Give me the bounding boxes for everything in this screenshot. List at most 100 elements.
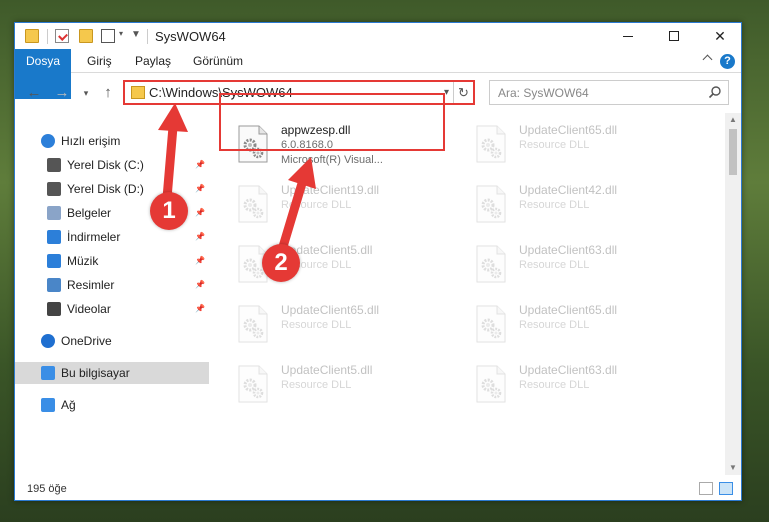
file-detail: Resource DLL [519,199,590,211]
status-bar: 195 öğe [15,475,741,500]
sidebar-item-label: Belgeler [67,206,112,220]
dll-file-icon [237,305,269,343]
file-name: UpdateClient65.dll [519,303,618,317]
sidebar-item[interactable]: Hızlı erişim [15,130,209,152]
sidebar-item-label: Yerel Disk (C:) [67,158,144,172]
file-detail: Resource DLL [519,139,590,151]
scroll-down-icon[interactable]: ▼ [729,463,737,472]
sidebar-item-label: Resimler [67,278,115,292]
tab-view[interactable]: Görünüm [183,49,253,73]
file-item[interactable]: UpdateClient65.dll Resource DLL [469,299,689,349]
network-icon [41,398,55,412]
separator [147,29,148,44]
properties-icon[interactable] [55,29,69,43]
back-button[interactable]: ← [25,84,43,102]
sidebar-item-label: Müzik [67,254,99,268]
step-badge-2: 2 [262,244,300,282]
drive-icon [47,182,61,196]
up-button[interactable]: ↑ [99,84,117,102]
drive-icon [47,158,61,172]
maximize-icon [669,31,679,41]
search-input[interactable]: Ara: SysWOW64 [498,86,589,100]
file-detail: Resource DLL [281,319,352,331]
sidebar-item[interactable]: Videolar 📌 [15,298,209,320]
file-item[interactable]: UpdateClient65.dll Resource DLL [231,299,451,349]
file-item[interactable]: UpdateClient5.dll Resource DLL [231,359,451,409]
documents-icon [47,206,61,220]
scroll-thumb[interactable] [729,129,737,175]
file-item[interactable]: UpdateClient65.dll Resource DLL [469,119,689,169]
item-count: 195 öğe [27,483,67,495]
pin-icon[interactable]: 📌 [195,257,205,265]
pin-icon[interactable]: 📌 [195,305,205,313]
search-box[interactable]: Ara: SysWOW64 [489,80,729,105]
chevron-down-icon[interactable]: ▾ [119,29,127,43]
folder-icon [131,86,145,99]
details-view-icon[interactable] [699,482,713,495]
tab-home[interactable]: Giriş [77,49,122,73]
file-name: UpdateClient5.dll [281,363,373,377]
file-detail: Resource DLL [519,319,590,331]
scroll-up-icon[interactable]: ▲ [729,115,737,124]
separator [47,29,48,44]
star-icon [41,134,55,148]
refresh-button[interactable]: ↻ [453,82,473,103]
sidebar-item[interactable]: Yerel Disk (C:) 📌 [15,154,209,176]
title-bar: ▾ ▼ SysWOW64 ✕ [15,23,741,49]
dll-file-icon [475,125,507,163]
sidebar-item[interactable]: Müzik 📌 [15,250,209,272]
new-folder-icon[interactable] [79,29,93,43]
pin-icon[interactable]: 📌 [195,281,205,289]
music-icon [47,254,61,268]
close-button[interactable]: ✕ [697,23,743,49]
file-name: UpdateClient42.dll [519,183,618,197]
videos-icon [47,302,61,316]
cloud-icon [41,334,55,348]
sidebar-item[interactable]: İndirmeler 📌 [15,226,209,248]
computer-icon [41,366,55,380]
file-item[interactable]: UpdateClient19.dll Resource DLL [231,179,451,229]
view-icon[interactable] [101,29,115,43]
vertical-scrollbar[interactable]: ▲ ▼ [725,113,741,475]
pin-icon[interactable]: 📌 [195,161,205,169]
sidebar-item[interactable]: Bu bilgisayar [15,362,209,384]
file-highlight-box [219,93,445,151]
expand-ribbon-icon[interactable] [702,54,713,65]
tab-share[interactable]: Paylaş [125,49,181,73]
sidebar-item-label: Videolar [67,302,111,316]
file-item[interactable]: UpdateClient63.dll Resource DLL [469,359,689,409]
file-item[interactable]: UpdateClient63.dll Resource DLL [469,239,689,289]
sidebar-item-label: Hızlı erişim [61,134,121,148]
dll-file-icon [237,365,269,403]
customize-quick-access-icon[interactable]: ▼ [131,29,145,43]
sidebar-item[interactable]: Resimler 📌 [15,274,209,296]
pictures-icon [47,278,61,292]
recent-locations-button[interactable]: ▾ [77,84,95,102]
forward-button[interactable]: → [53,84,71,102]
file-list: appwzesp.dll 6.0.8168.0 Microsoft(R) Visua… [211,113,723,475]
sidebar-item[interactable]: Ağ [15,394,209,416]
file-name: UpdateClient19.dll [281,183,380,197]
pin-icon[interactable]: 📌 [195,185,205,193]
dll-file-icon [237,185,269,223]
navigation-pane: Hızlı erişim Yerel Disk (C:) 📌 Yerel Disk (… [15,113,211,475]
search-icon[interactable] [708,85,722,99]
folder-icon [25,29,39,43]
file-item[interactable]: UpdateClient42.dll Resource DLL [469,179,689,229]
maximize-button[interactable] [651,23,697,49]
help-icon[interactable]: ? [720,54,735,69]
close-icon: ✕ [714,27,726,44]
file-name: UpdateClient63.dll [519,363,618,377]
pin-icon[interactable]: 📌 [195,209,205,217]
file-name: UpdateClient63.dll [519,243,618,257]
pin-icon[interactable]: 📌 [195,233,205,241]
minimize-button[interactable] [605,23,651,49]
dll-file-icon [475,305,507,343]
file-detail: Resource DLL [281,199,352,211]
file-name: UpdateClient65.dll [519,123,618,137]
sidebar-item[interactable]: OneDrive [15,330,209,352]
downloads-icon [47,230,61,244]
file-name: UpdateClient65.dll [281,303,380,317]
dll-file-icon [475,245,507,283]
large-icons-view-icon[interactable] [719,482,733,495]
